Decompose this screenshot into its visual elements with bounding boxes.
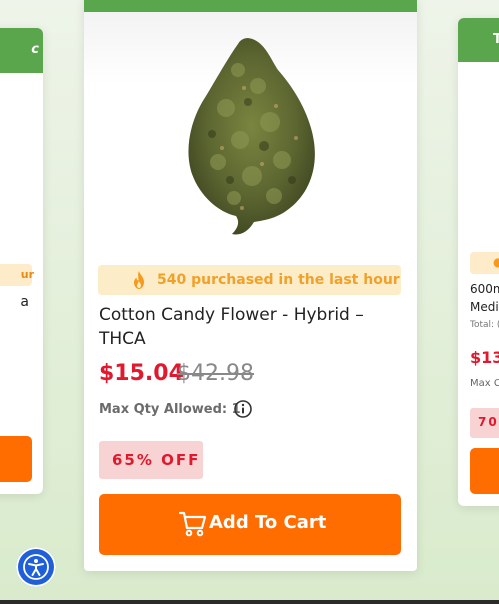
max-qty-label: Max C xyxy=(470,378,499,389)
product-card-right[interactable]: T ● 600m Medi Total: ( $13. Max C 70% xyxy=(458,18,499,506)
product-title[interactable]: Cotton Candy Flower - Hybrid – THCA xyxy=(99,303,389,351)
product-card-left[interactable]: c ur a xyxy=(0,28,43,494)
banner-text: T xyxy=(493,32,499,47)
sale-price: $15.04 xyxy=(99,361,184,386)
discount-badge: 70% xyxy=(470,408,499,438)
discount-badge: 65% OFF xyxy=(99,441,203,479)
purchase-count-text: 540 purchased in the last hour xyxy=(157,272,400,288)
add-to-cart-button[interactable] xyxy=(470,448,499,494)
product-subtitle: Total: ( xyxy=(470,320,499,330)
sale-price: $13. xyxy=(470,348,499,367)
purchase-count-pill: 540 purchased in the last hour xyxy=(98,265,401,295)
add-to-cart-label: Add To Cart xyxy=(209,512,327,533)
purchase-count-pill: ● xyxy=(470,252,499,274)
product-card-main[interactable]: 540 purchased in the last hour Cotton Ca… xyxy=(84,0,417,571)
flame-icon: ● xyxy=(493,255,499,269)
card-banner: T xyxy=(458,18,499,62)
product-image[interactable] xyxy=(178,30,324,240)
cart-icon xyxy=(179,511,207,537)
discount-text: 65% OFF xyxy=(112,451,201,469)
max-qty-label: Max Qty Allowed: 1 xyxy=(99,402,241,417)
product-title-line2[interactable]: Medi xyxy=(470,300,499,314)
accessibility-button[interactable] xyxy=(16,547,56,587)
card-banner: c xyxy=(0,28,43,73)
add-to-cart-button[interactable]: Add To Cart xyxy=(99,494,401,555)
product-title-line1[interactable]: 600m xyxy=(470,282,499,296)
accessibility-icon xyxy=(23,554,49,580)
info-icon[interactable] xyxy=(234,400,252,418)
original-price: $42.98 xyxy=(177,361,254,386)
bottom-edge xyxy=(0,600,499,604)
card-banner xyxy=(84,0,417,12)
add-to-cart-button[interactable] xyxy=(0,436,32,482)
banner-text: c xyxy=(31,42,39,57)
flame-icon xyxy=(134,271,144,289)
purchase-count-pill: ur xyxy=(0,264,34,286)
discount-text: 70% xyxy=(478,415,499,429)
product-title: a xyxy=(20,294,29,310)
purchase-count-text: ur xyxy=(20,268,34,281)
